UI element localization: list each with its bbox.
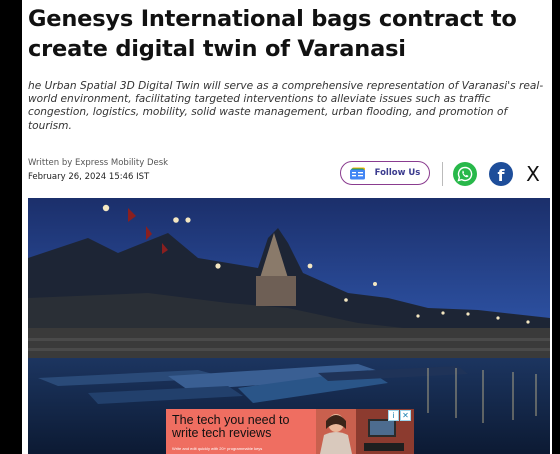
author-byline: Written by Express Mobility Desk (28, 158, 169, 168)
share-divider (442, 162, 443, 186)
article-summary: he Urban Spatial 3D Digital Twin will se… (28, 80, 544, 132)
ad-choices: i ✕ (388, 410, 412, 421)
facebook-share-button[interactable]: f (489, 162, 513, 186)
follow-us-button[interactable]: Follow Us (340, 161, 430, 185)
ad-fine-print: Write and edit quickly with 20+ programm… (172, 446, 263, 451)
whatsapp-icon (457, 166, 473, 182)
ad-headline: The tech you need to write tech reviews (172, 413, 290, 440)
whatsapp-share-button[interactable] (453, 162, 477, 186)
publish-date: February 26, 2024 15:46 IST (28, 172, 150, 182)
advertisement-banner[interactable]: The tech you need to write tech reviews … (166, 409, 414, 454)
facebook-icon: f (497, 165, 505, 185)
google-news-icon (349, 167, 365, 179)
article-page: Genesys International bags contract to c… (22, 0, 552, 454)
ad-info-icon[interactable]: i (388, 410, 399, 421)
x-share-button[interactable]: X (521, 162, 545, 186)
article-headline: Genesys International bags contract to c… (28, 6, 517, 62)
x-icon: X (526, 162, 540, 186)
ad-text-panel: The tech you need to write tech reviews … (166, 409, 316, 454)
ad-close-icon[interactable]: ✕ (400, 410, 411, 421)
follow-us-label: Follow Us (374, 168, 421, 178)
